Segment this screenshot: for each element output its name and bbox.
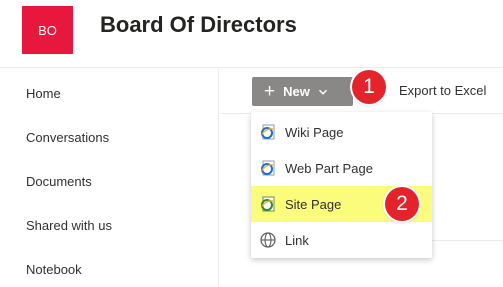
- menu-item-web-part-page[interactable]: Web Part Page: [251, 150, 432, 186]
- ie-page-icon: [261, 124, 275, 140]
- menu-item-label: Site Page: [285, 196, 342, 212]
- site-header: BO Board Of Directors: [0, 0, 503, 68]
- menu-item-label: Link: [285, 232, 309, 248]
- menu-item-link[interactable]: Link: [251, 222, 432, 258]
- nav-item-conversations[interactable]: Conversations: [26, 130, 109, 145]
- nav-item-home[interactable]: Home: [26, 86, 61, 101]
- menu-item-label: Wiki Page: [285, 124, 344, 140]
- ie-page-icon: [261, 160, 275, 176]
- site-title[interactable]: Board Of Directors: [100, 12, 297, 38]
- callout-badge-2: 2: [385, 187, 419, 221]
- left-navigation: Home Conversations Documents Shared with…: [0, 69, 219, 287]
- site-logo-text: BO: [38, 22, 57, 38]
- new-button[interactable]: + New: [252, 77, 353, 106]
- content-divider: [432, 240, 503, 241]
- ie-green-page-icon: [261, 196, 275, 212]
- menu-item-label: Web Part Page: [285, 160, 373, 176]
- chevron-down-icon: [318, 89, 327, 95]
- menu-item-wiki-page[interactable]: Wiki Page: [251, 114, 432, 150]
- new-dropdown-menu: Wiki Page Web Part Page Site Page Link: [251, 112, 432, 258]
- new-button-label: New: [283, 84, 310, 99]
- nav-item-notebook[interactable]: Notebook: [26, 262, 82, 277]
- plus-icon: +: [264, 81, 276, 102]
- nav-item-documents[interactable]: Documents: [26, 174, 92, 189]
- export-to-excel-button[interactable]: Export to Excel: [399, 83, 486, 98]
- globe-icon: [260, 232, 276, 248]
- site-logo[interactable]: BO: [22, 6, 73, 54]
- callout-badge-1: 1: [352, 70, 386, 104]
- nav-item-shared-with-us[interactable]: Shared with us: [26, 218, 112, 233]
